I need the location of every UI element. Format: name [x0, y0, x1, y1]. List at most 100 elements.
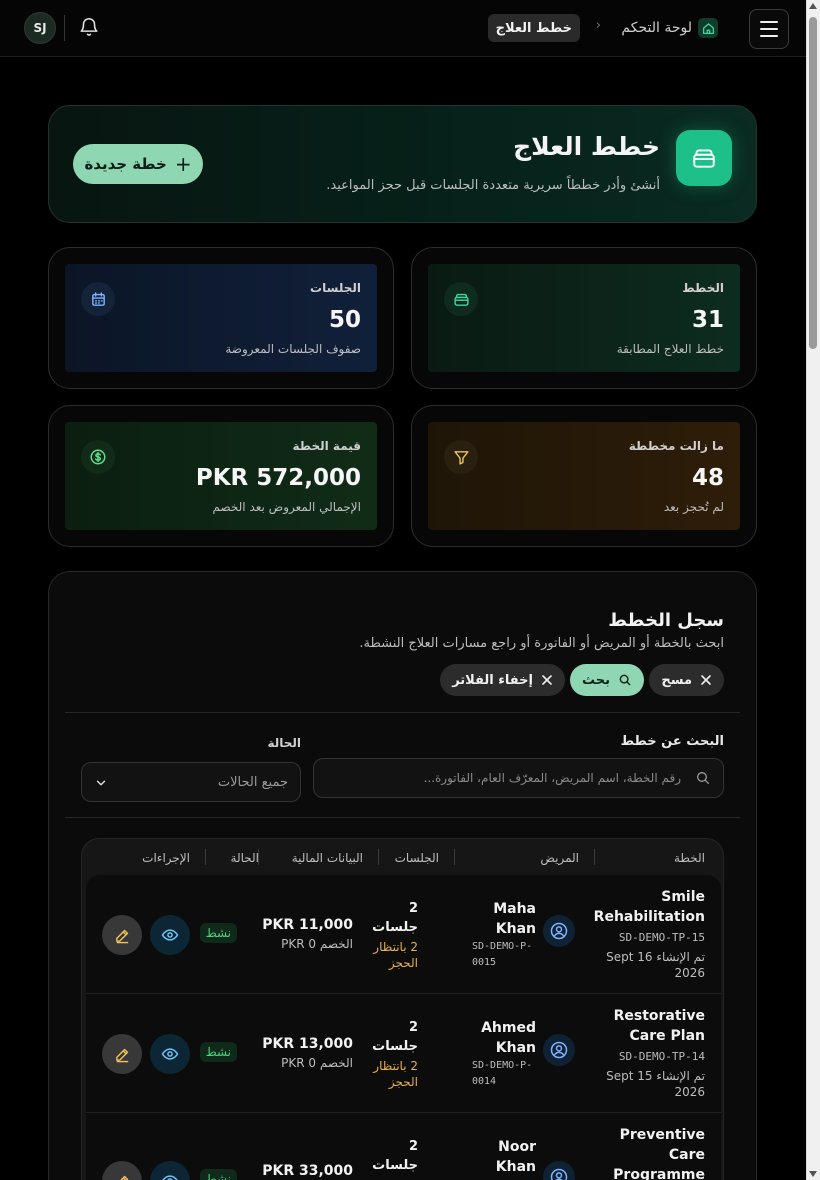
eye-icon	[161, 929, 179, 941]
menu-icon-line	[760, 21, 778, 23]
plans-table: الخطة المريض الجلسات البيانات المالية ال…	[81, 838, 724, 1180]
stat-card-sessions: الجلسات 50 صفوف الجلسات المعروضة	[48, 247, 394, 389]
filter-icon	[444, 440, 478, 474]
column-header-status: الحالة	[230, 851, 259, 865]
divider	[64, 15, 65, 41]
search-placeholder: رقم الخطة، اسم المريض، المعرّف العام، ال…	[423, 771, 681, 785]
menu-icon-line	[760, 28, 778, 30]
search-icon	[697, 772, 709, 784]
column-divider	[454, 849, 455, 865]
table-row[interactable]: Smile Rehabilitation SD-DEMO-TP-15 تم ال…	[86, 875, 721, 994]
stat-subtitle: الإجمالي المعروض بعد الخصم	[212, 500, 362, 514]
status-select[interactable]: جميع الحالات	[81, 762, 301, 802]
search-input[interactable]: رقم الخطة، اسم المريض، المعرّف العام، ال…	[313, 758, 724, 798]
chevron-down-icon	[96, 780, 106, 786]
user-icon	[543, 915, 575, 947]
close-icon	[542, 675, 552, 685]
search-button[interactable]: بحث	[569, 664, 644, 696]
wallet-icon	[676, 130, 732, 186]
stat-label: الخطط	[682, 281, 724, 295]
table-body: Smile Rehabilitation SD-DEMO-TP-15 تم ال…	[86, 875, 721, 1180]
wallet-icon	[444, 282, 478, 316]
session-count: 2 جلسات	[372, 1139, 418, 1173]
plans-register: سجل الخطط ابحث بالخطة أو المريض أو الفات…	[48, 571, 757, 1180]
home-icon	[698, 18, 718, 38]
status-badge: نشط	[199, 923, 237, 943]
scroll-up-arrow-icon[interactable]	[809, 3, 817, 9]
status-badge: نشط	[199, 1042, 237, 1062]
stat-label: ما زالت مخططة	[628, 439, 724, 453]
column-header-sessions: الجلسات	[394, 851, 439, 865]
page-scrollbar[interactable]	[806, 0, 820, 1180]
view-button[interactable]	[150, 1161, 190, 1180]
clear-button[interactable]: مسح	[649, 664, 724, 696]
pencil-icon	[119, 1175, 128, 1180]
plan-created-date: تم الإنشاء 16 Sept 2026	[606, 950, 705, 980]
plan-code: SD-DEMO-TP-14	[618, 1050, 705, 1063]
breadcrumb-current: خطط العلاج	[487, 14, 580, 42]
register-subtitle: ابحث بالخطة أو المريض أو الفاتورة أو راج…	[359, 636, 724, 651]
plan-name[interactable]: Restorative Care Plan	[595, 1006, 705, 1046]
avatar[interactable]: SJ	[24, 12, 56, 44]
column-header-actions: الإجراءات	[142, 851, 190, 865]
stat-value: 31	[691, 307, 724, 333]
table-row[interactable]: Preventive Care Programme Noor Khan 2 جل…	[86, 1113, 721, 1180]
pending-booking: 2 بانتظار الحجز	[373, 1059, 418, 1089]
plan-name[interactable]: Smile Rehabilitation	[594, 887, 705, 927]
view-button[interactable]	[150, 915, 190, 955]
divider	[65, 712, 740, 713]
menu-button[interactable]	[749, 9, 789, 49]
session-count: 2 جلسات	[372, 901, 418, 935]
dollar-icon	[81, 440, 115, 474]
column-divider	[594, 849, 595, 865]
page-subtitle: أنشئ وأدر خططاً سريرية متعددة الجلسات قب…	[326, 178, 660, 193]
column-header-finance: البيانات المالية	[291, 851, 363, 865]
plan-total: PKR 13,000	[262, 1036, 353, 1052]
bell-icon[interactable]	[78, 16, 100, 38]
new-plan-button[interactable]: + خطة جديدة	[73, 144, 203, 184]
stat-subtitle: خطط العلاج المطابقة	[616, 342, 724, 356]
plus-icon: +	[174, 152, 192, 176]
plan-discount: الخصم PKR 0	[281, 937, 353, 951]
column-divider	[378, 849, 379, 865]
menu-icon-line	[760, 35, 778, 37]
plan-name[interactable]: Preventive Care Programme	[595, 1125, 705, 1180]
plan-code: SD-DEMO-TP-15	[618, 931, 705, 944]
user-icon	[543, 1034, 575, 1066]
new-plan-label: خطة جديدة	[84, 155, 167, 173]
pencil-icon	[115, 1048, 128, 1062]
edit-button[interactable]	[102, 1161, 142, 1180]
column-header-patient: المريض	[540, 851, 579, 865]
plan-total: PKR 11,000	[262, 917, 353, 933]
stat-card-plan-value: قيمة الخطة PKR 572,000 الإجمالي المعروض …	[48, 405, 394, 547]
patient-code: SD-DEMO-P-0014	[472, 1060, 533, 1087]
stat-card-plans-body: الخطط 31 خطط العلاج المطابقة	[428, 264, 740, 372]
patient-name: Ahmed Khan	[481, 1020, 536, 1056]
scroll-thumb[interactable]	[809, 17, 817, 349]
hide-filters-label: إخفاء الفلاتر	[452, 672, 533, 688]
stat-card-still-planned: ما زالت مخططة 48 لم تُحجز بعد	[411, 405, 757, 547]
user-icon	[543, 1161, 575, 1180]
plan-total: PKR 33,000	[262, 1163, 353, 1179]
status-badge: نشط	[199, 1169, 237, 1180]
breadcrumb-separator-icon: ‹	[595, 18, 601, 33]
stat-subtitle: لم تُحجز بعد	[663, 500, 724, 514]
edit-button[interactable]	[102, 915, 142, 955]
breadcrumb-home[interactable]: لوحة التحكم	[621, 16, 718, 40]
status-field-label: الحالة	[267, 736, 301, 750]
table-row[interactable]: Restorative Care Plan SD-DEMO-TP-14 تم ا…	[86, 994, 721, 1113]
clear-label: مسح	[661, 672, 692, 688]
stat-card-plan-value-body: قيمة الخطة PKR 572,000 الإجمالي المعروض …	[65, 422, 377, 530]
search-label: بحث	[581, 672, 610, 688]
pending-booking: 2 بانتظار الحجز	[373, 940, 418, 970]
register-title: سجل الخطط	[608, 610, 724, 631]
page-header-card: خطط العلاج أنشئ وأدر خططاً سريرية متعددة…	[48, 105, 757, 223]
divider	[65, 817, 740, 818]
stat-label: قيمة الخطة	[292, 439, 362, 453]
view-button[interactable]	[150, 1034, 190, 1074]
scroll-down-arrow-icon[interactable]	[809, 1171, 817, 1177]
hide-filters-button[interactable]: إخفاء الفلاتر	[440, 664, 565, 696]
edit-button[interactable]	[102, 1034, 142, 1074]
close-icon	[701, 675, 711, 685]
session-count: 2 جلسات	[372, 1020, 418, 1054]
